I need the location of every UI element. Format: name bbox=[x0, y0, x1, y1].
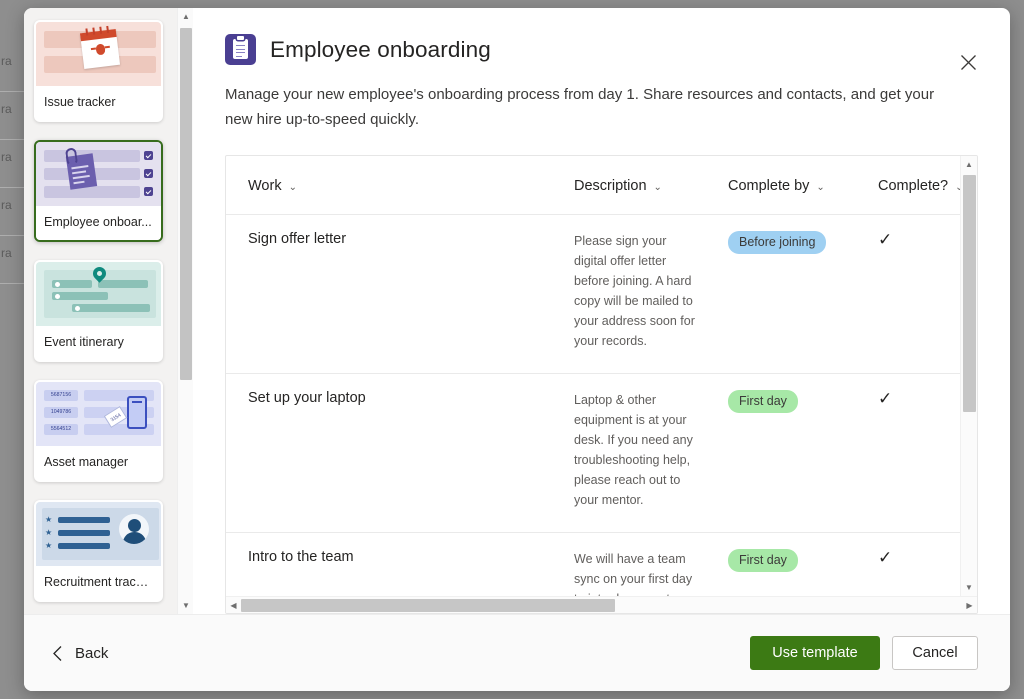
chevron-down-icon[interactable]: ⌄ bbox=[816, 182, 824, 193]
table-horizontal-scrollbar[interactable]: ◀ ▶ bbox=[226, 596, 977, 613]
table-header: Work ⌄ Description ⌄ Complete by ⌄ Complete… bbox=[226, 156, 960, 215]
template-card-label: Asset manager bbox=[36, 446, 161, 480]
use-template-button[interactable]: Use template bbox=[750, 636, 880, 670]
status-badge: Before joining bbox=[728, 231, 826, 254]
chevron-down-icon[interactable]: ⌄ bbox=[654, 182, 662, 193]
template-list-scrollbar[interactable]: ▲ ▼ bbox=[177, 8, 193, 614]
scrollbar-thumb[interactable] bbox=[180, 28, 192, 380]
phone-art bbox=[127, 396, 147, 429]
page-subtitle: Manage your new employee's onboarding pr… bbox=[225, 82, 955, 132]
cell-work: Set up your laptop bbox=[226, 374, 552, 533]
scrollbar-thumb[interactable] bbox=[963, 175, 976, 412]
calendar-bug-art bbox=[80, 29, 120, 69]
description-text: Laptop & other equipment is at your desk… bbox=[574, 390, 696, 510]
template-card-emp[interactable]: Employee onboar... bbox=[34, 140, 163, 242]
caret-down-icon[interactable]: ▼ bbox=[178, 597, 194, 614]
template-thumbnail: 5687156104978655645123154 bbox=[36, 382, 161, 446]
preview-table: Work ⌄ Description ⌄ Complete by ⌄ Complete… bbox=[226, 156, 960, 596]
table-body: Sign offer letter Please sign your digita… bbox=[226, 215, 960, 597]
dialog-footer: Back Use template Cancel bbox=[24, 614, 1010, 691]
status-badge: First day bbox=[728, 390, 798, 413]
table-vertical-scrollbar[interactable]: ▲ ▼ bbox=[960, 156, 977, 596]
template-card-asset[interactable]: 5687156104978655645123154Asset manager bbox=[34, 380, 163, 482]
column-header-complete[interactable]: Complete?⌄ bbox=[856, 156, 960, 215]
work-text: Intro to the team bbox=[248, 549, 542, 565]
work-text: Set up your laptop bbox=[248, 390, 542, 406]
cell-complete-by: First day bbox=[706, 374, 856, 533]
table-row[interactable]: Intro to the team We will have a team syn… bbox=[226, 533, 960, 597]
asset-number: 5687156 bbox=[44, 390, 78, 401]
cell-work: Intro to the team bbox=[226, 533, 552, 597]
template-thumbnail bbox=[36, 22, 161, 86]
template-preview-table: Work ⌄ Description ⌄ Complete by ⌄ Complete… bbox=[225, 155, 978, 614]
scrollbar-thumb[interactable] bbox=[241, 599, 615, 612]
close-icon[interactable] bbox=[952, 46, 984, 78]
cancel-button[interactable]: Cancel bbox=[892, 636, 978, 670]
asset-number: 5564512 bbox=[44, 424, 78, 435]
caret-up-icon[interactable]: ▲ bbox=[178, 8, 194, 25]
table-header-row: Work ⌄ Description ⌄ Complete by ⌄ Complete… bbox=[226, 156, 960, 215]
template-card-label: Issue tracker bbox=[36, 86, 161, 120]
column-label: Description bbox=[574, 178, 647, 194]
template-thumbnail bbox=[36, 262, 161, 326]
work-text: Sign offer letter bbox=[248, 231, 542, 247]
template-preview-dialog: Issue tracker Employee onboar... Event iti… bbox=[24, 8, 1010, 691]
asset-number: 1049786 bbox=[44, 407, 78, 418]
template-card-recruit[interactable]: ★★★Recruitment tracker bbox=[34, 500, 163, 602]
dialog-content: Employee onboarding Manage your new empl… bbox=[193, 8, 1010, 614]
status-badge: First day bbox=[728, 549, 798, 572]
column-label: Complete? bbox=[878, 178, 948, 194]
template-scroll-area: Issue tracker Employee onboar... Event iti… bbox=[24, 8, 177, 614]
back-button[interactable]: Back bbox=[48, 639, 112, 668]
clipboard-icon bbox=[225, 34, 256, 65]
description-text: Please sign your digital offer letter be… bbox=[574, 231, 696, 351]
cell-complete-by: First day bbox=[706, 533, 856, 597]
template-card-label: Employee onboar... bbox=[36, 206, 161, 240]
cell-description: Laptop & other equipment is at your desk… bbox=[552, 374, 706, 533]
footer-actions: Use template Cancel bbox=[750, 636, 978, 670]
title-row: Employee onboarding bbox=[225, 34, 978, 65]
avatar bbox=[119, 514, 149, 544]
cell-complete-by: Before joining bbox=[706, 215, 856, 374]
template-card-event[interactable]: Event itinerary bbox=[34, 260, 163, 362]
cell-complete: ✓ bbox=[856, 215, 960, 374]
caret-right-icon[interactable]: ▶ bbox=[962, 597, 977, 614]
caret-up-icon[interactable]: ▲ bbox=[961, 156, 977, 173]
complete-check-icon[interactable]: ✓ bbox=[878, 231, 960, 249]
back-label: Back bbox=[75, 645, 108, 662]
cell-description: Please sign your digital offer letter be… bbox=[552, 215, 706, 374]
description-text: We will have a team sync on your first d… bbox=[574, 549, 696, 596]
column-label: Work bbox=[248, 178, 282, 194]
table-viewport: Work ⌄ Description ⌄ Complete by ⌄ Complete… bbox=[226, 156, 960, 596]
template-thumbnail: ★★★ bbox=[36, 502, 161, 566]
column-header-work[interactable]: Work ⌄ bbox=[226, 156, 552, 215]
template-card-issue[interactable]: Issue tracker bbox=[34, 20, 163, 122]
complete-check-icon[interactable]: ✓ bbox=[878, 390, 960, 408]
column-header-description[interactable]: Description ⌄ bbox=[552, 156, 706, 215]
dialog-body: Issue tracker Employee onboar... Event iti… bbox=[24, 8, 1010, 614]
table-row[interactable]: Set up your laptop Laptop & other equipme… bbox=[226, 374, 960, 533]
chevron-left-icon bbox=[52, 645, 63, 662]
template-list-pane: Issue tracker Employee onboar... Event iti… bbox=[24, 8, 193, 614]
column-header-complete-by[interactable]: Complete by ⌄ bbox=[706, 156, 856, 215]
table-row[interactable]: Sign offer letter Please sign your digita… bbox=[226, 215, 960, 374]
complete-check-icon[interactable]: ✓ bbox=[878, 549, 960, 567]
cell-description: We will have a team sync on your first d… bbox=[552, 533, 706, 597]
cell-work: Sign offer letter bbox=[226, 215, 552, 374]
column-label: Complete by bbox=[728, 178, 809, 194]
page-title: Employee onboarding bbox=[270, 37, 491, 63]
caret-left-icon[interactable]: ◀ bbox=[226, 597, 241, 614]
chevron-down-icon[interactable]: ⌄ bbox=[289, 182, 297, 193]
cell-complete: ✓ bbox=[856, 533, 960, 597]
template-card-label: Recruitment tracker bbox=[36, 566, 161, 600]
cell-complete: ✓ bbox=[856, 374, 960, 533]
caret-down-icon[interactable]: ▼ bbox=[961, 579, 977, 596]
template-card-label: Event itinerary bbox=[36, 326, 161, 360]
template-thumbnail bbox=[36, 142, 161, 206]
